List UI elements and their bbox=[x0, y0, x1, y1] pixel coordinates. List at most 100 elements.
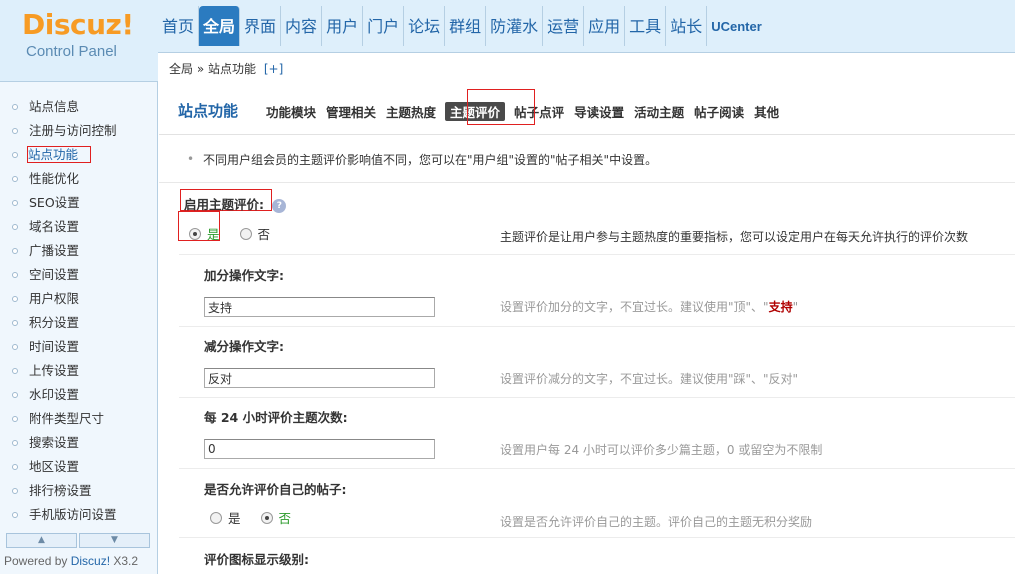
topnav-item-users[interactable]: 用户 bbox=[322, 6, 364, 46]
logo-brand: Discuz! bbox=[22, 8, 134, 41]
page-title: 站点功能 bbox=[178, 102, 239, 120]
plus-text-desc-em: 支持 bbox=[768, 300, 793, 314]
tab-management[interactable]: 管理相关 bbox=[325, 102, 377, 121]
daily-limit-label: 每 24 小时评价主题次数: bbox=[204, 410, 348, 425]
logo[interactable]: Discuz! Control Panel bbox=[0, 0, 158, 82]
self-rate-yes-label[interactable]: 是 bbox=[228, 508, 241, 527]
sidebar-item-label: 上传设置 bbox=[29, 363, 80, 378]
sidebar-item-label: SEO设置 bbox=[29, 195, 80, 210]
sidebar-item-attachment-types[interactable]: 附件类型尺寸 bbox=[0, 407, 157, 431]
topnav-item-operations[interactable]: 运营 bbox=[543, 6, 585, 46]
topnav-item-forum[interactable]: 论坛 bbox=[404, 6, 446, 46]
bullet-icon bbox=[12, 416, 18, 422]
bullet-icon bbox=[12, 320, 18, 326]
topnav-item-apps[interactable]: 应用 bbox=[584, 6, 626, 46]
sidebar-item-label: 域名设置 bbox=[29, 219, 80, 234]
row-divider bbox=[179, 397, 1015, 398]
bullet-icon bbox=[12, 512, 18, 518]
sidebar-item-mobile[interactable]: 手机版访问设置 bbox=[0, 503, 157, 527]
sidebar-item-permissions[interactable]: 用户权限 bbox=[0, 287, 157, 311]
tab-other[interactable]: 其他 bbox=[753, 102, 780, 121]
bullet-icon bbox=[12, 152, 18, 158]
help-icon[interactable]: ? bbox=[272, 198, 287, 213]
sidebar-item-label: 水印设置 bbox=[29, 387, 80, 402]
self-rate-no-radio[interactable] bbox=[260, 511, 273, 524]
sidebar-item-label: 附件类型尺寸 bbox=[29, 411, 105, 426]
sidebar-item-label: 搜索设置 bbox=[29, 435, 80, 450]
sidebar-item-region[interactable]: 地区设置 bbox=[0, 455, 157, 479]
topnav-item-content[interactable]: 内容 bbox=[281, 6, 323, 46]
tab-thread-heat[interactable]: 主题热度 bbox=[385, 102, 437, 121]
sidebar-item-search[interactable]: 搜索设置 bbox=[0, 431, 157, 455]
tab-post-read[interactable]: 帖子阅读 bbox=[693, 102, 745, 121]
sidebar-item-upload[interactable]: 上传设置 bbox=[0, 359, 157, 383]
sidebar-item-space[interactable]: 空间设置 bbox=[0, 263, 157, 287]
sidebar-item-label: 广播设置 bbox=[29, 243, 80, 258]
topnav-item-tools[interactable]: 工具 bbox=[625, 6, 667, 46]
self-rate-yes-radio[interactable] bbox=[210, 511, 222, 524]
active-tab-highlight bbox=[467, 89, 535, 125]
icon-level-label: 评价图标显示级别: bbox=[204, 552, 309, 567]
minus-text-input[interactable] bbox=[204, 368, 435, 388]
scroll-down-button[interactable]: ▼ bbox=[79, 533, 150, 548]
tab-activity[interactable]: 活动主题 bbox=[633, 102, 685, 121]
powered-prefix: Powered by bbox=[4, 554, 71, 568]
topnav-item-portal[interactable]: 门户 bbox=[363, 6, 405, 46]
topnav-item-global[interactable]: 全局 bbox=[199, 6, 241, 46]
sidebar-item-ranking[interactable]: 排行榜设置 bbox=[0, 479, 157, 503]
topnav-item-founder[interactable]: 站长 bbox=[666, 6, 708, 46]
sidebar-item-time[interactable]: 时间设置 bbox=[0, 335, 157, 359]
row-divider bbox=[179, 468, 1015, 469]
sidebar-item-label: 时间设置 bbox=[29, 339, 80, 354]
sidebar-item-register-access[interactable]: 注册与访问控制 bbox=[0, 119, 157, 143]
bullet-icon bbox=[12, 392, 18, 398]
enable-rating-yes-radio[interactable] bbox=[189, 227, 201, 240]
bullet-icon bbox=[12, 272, 18, 278]
self-rate-radios: 是 否 bbox=[210, 508, 311, 527]
sidebar-item-performance[interactable]: 性能优化 bbox=[0, 167, 157, 191]
sidebar-item-seo[interactable]: SEO设置 bbox=[0, 191, 157, 215]
bullet-icon bbox=[12, 368, 18, 374]
topnav-item-groups[interactable]: 群组 bbox=[445, 6, 487, 46]
powered-brand-link[interactable]: Discuz! bbox=[71, 554, 110, 568]
daily-limit-desc: 设置用户每 24 小时可以评价多少篇主题，0 或留空为不限制 bbox=[500, 443, 823, 457]
powered-version: X3.2 bbox=[110, 554, 139, 568]
logo-subtitle: Control Panel bbox=[26, 43, 117, 60]
sidebar-item-site-info[interactable]: 站点信息 bbox=[0, 95, 157, 119]
bullet-icon bbox=[12, 104, 18, 110]
sidebar-scroll-controls: ▲ ▼ bbox=[6, 533, 150, 549]
topnav-item-antispam[interactable]: 防灌水 bbox=[486, 6, 544, 46]
minus-text-label: 减分操作文字: bbox=[204, 339, 284, 354]
section-tabs: 站点功能 功能模块 管理相关 主题热度 主题评价 帖子点评 导读设置 活动主题 … bbox=[159, 83, 1015, 135]
plus-text-desc-prefix: 设置评价加分的文字，不宜过长。建议使用"顶"、" bbox=[500, 300, 769, 314]
topnav-item-ucenter[interactable]: UCenter bbox=[707, 6, 766, 46]
breadcrumb-separator: » bbox=[196, 62, 205, 76]
enable-rating-no-label[interactable]: 否 bbox=[258, 224, 271, 243]
add-shortcut-button[interactable]: [+] bbox=[264, 62, 283, 76]
enable-rating-desc: 主题评价是让用户参与主题热度的重要指标，您可以设定用户在每天允许执行的评价次数 bbox=[500, 230, 969, 244]
tab-guide[interactable]: 导读设置 bbox=[573, 102, 625, 121]
scroll-up-button[interactable]: ▲ bbox=[6, 533, 77, 548]
enable-rating-yes-label[interactable]: 是 bbox=[207, 224, 220, 243]
sidebar-item-label: 性能优化 bbox=[29, 171, 80, 186]
sidebar-menu: 站点信息 注册与访问控制 站点功能 性能优化 SEO设置 域名设置 广播设置 空… bbox=[0, 95, 157, 527]
sidebar-item-credits[interactable]: 积分设置 bbox=[0, 311, 157, 335]
sidebar-item-site-features[interactable]: 站点功能 bbox=[0, 143, 157, 167]
plus-text-input[interactable] bbox=[204, 297, 435, 317]
topnav-item-home[interactable]: 首页 bbox=[158, 6, 200, 46]
sidebar-item-label: 站点功能 bbox=[26, 146, 92, 163]
enable-rating-no-radio[interactable] bbox=[239, 227, 252, 240]
sidebar-item-broadcast[interactable]: 广播设置 bbox=[0, 239, 157, 263]
enable-rating-radios: 是 否 bbox=[189, 224, 290, 243]
sidebar-item-label: 用户权限 bbox=[29, 291, 80, 306]
daily-limit-input[interactable] bbox=[204, 439, 435, 459]
breadcrumb-root[interactable]: 全局 bbox=[169, 62, 193, 76]
plus-text-desc: 设置评价加分的文字，不宜过长。建议使用"顶"、"支持" bbox=[500, 298, 798, 315]
tab-modules[interactable]: 功能模块 bbox=[265, 102, 317, 121]
topnav-item-interface[interactable]: 界面 bbox=[240, 6, 282, 46]
self-rate-no-label[interactable]: 否 bbox=[279, 508, 292, 527]
top-navigation: 首页 全局 界面 内容 用户 门户 论坛 群组 防灌水 运营 应用 工具 站长 … bbox=[158, 6, 766, 46]
sidebar-item-watermark[interactable]: 水印设置 bbox=[0, 383, 157, 407]
bullet-icon bbox=[12, 128, 18, 134]
sidebar-item-domain[interactable]: 域名设置 bbox=[0, 215, 157, 239]
